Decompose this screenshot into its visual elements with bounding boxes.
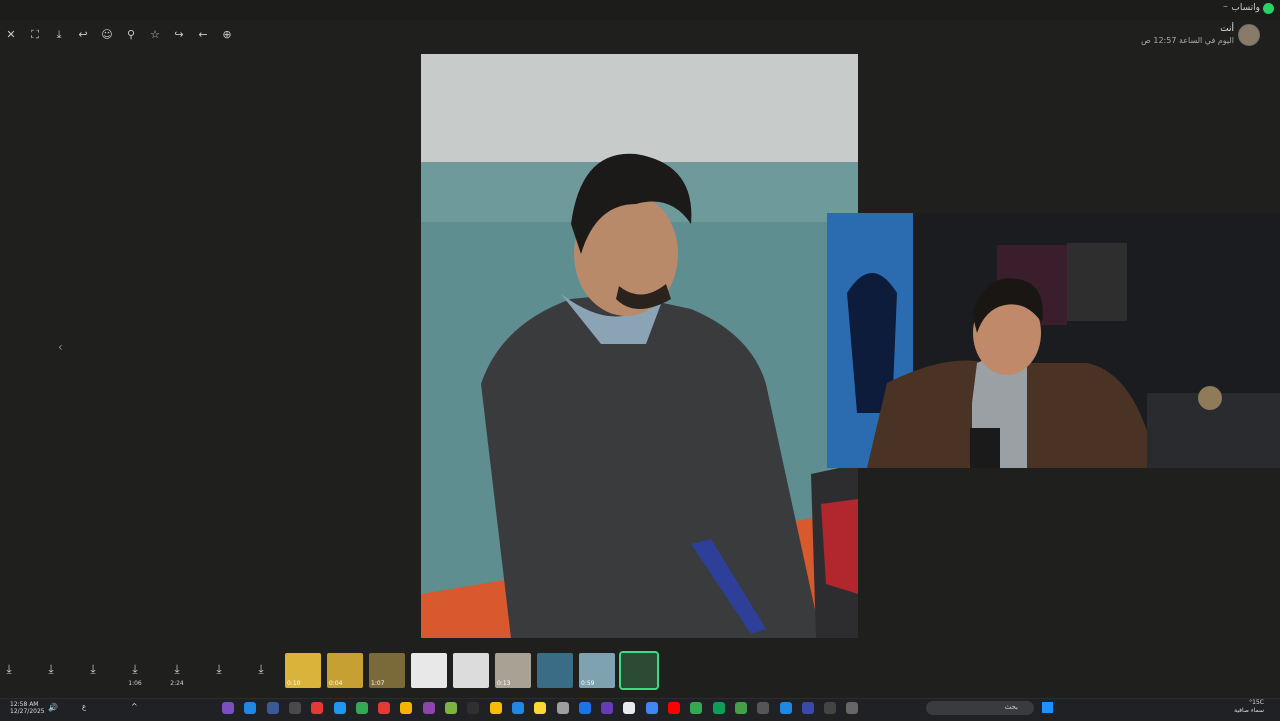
back-icon[interactable]: ← <box>194 28 212 42</box>
media-thumbnail[interactable] <box>411 653 447 688</box>
media-duration: 0:13 <box>497 680 511 687</box>
avatar[interactable] <box>1238 24 1260 46</box>
taskbar-app-icon[interactable] <box>757 702 770 714</box>
taskbar-app-icon[interactable] <box>467 702 480 714</box>
sender-info: أنت اليوم في الساعة 12:57 ص <box>1141 24 1234 45</box>
download-media-button[interactable]: ⤓ <box>0 654 27 688</box>
taskbar-clock[interactable]: 12:58 AM 12/27/2025 <box>10 701 45 715</box>
previous-media-button[interactable]: ‹ <box>58 340 63 354</box>
media-thumbnail[interactable]: 0:04 <box>327 653 363 688</box>
whatsapp-logo-icon <box>1263 3 1274 14</box>
taskbar-app-icon[interactable] <box>690 702 703 714</box>
taskbar-app-icon[interactable] <box>400 702 413 714</box>
media-thumbnail[interactable] <box>619 651 659 690</box>
media-duration: 1:07 <box>371 680 385 687</box>
taskbar-app-icon[interactable] <box>824 702 837 714</box>
reply-icon[interactable]: ↩ <box>74 28 92 42</box>
download-icon: ⤓ <box>174 662 180 676</box>
media-thumbnail[interactable] <box>537 653 573 688</box>
weather-desc: سماء صافية <box>1234 707 1264 714</box>
taskbar-app-icon[interactable] <box>445 702 457 714</box>
webcam-overlay <box>827 213 1280 468</box>
taskbar-app-icon[interactable] <box>645 702 658 714</box>
download-media-button[interactable]: ⤓ <box>75 654 111 688</box>
media-thumbnail[interactable]: 0:59 <box>579 653 615 688</box>
search-placeholder: بحث <box>1004 703 1018 711</box>
taskbar-app-icon[interactable] <box>846 702 859 714</box>
taskbar-search[interactable]: بحث <box>926 701 1034 715</box>
download-icon: ⤓ <box>48 662 54 676</box>
taskbar-app-icon[interactable] <box>244 702 257 714</box>
sent-time: اليوم في الساعة 12:57 ص <box>1141 36 1234 45</box>
emoji-icon[interactable]: ☺ <box>98 28 116 42</box>
clock-date: 12/27/2025 <box>10 708 45 715</box>
taskbar-app-icon[interactable] <box>534 702 547 714</box>
taskbar-app-icon[interactable] <box>623 702 636 714</box>
taskbar-app-icon[interactable] <box>355 702 368 714</box>
taskbar-app-icon[interactable] <box>601 702 614 714</box>
taskbar-app-icon[interactable] <box>288 702 301 714</box>
volume-icon[interactable]: 🔊 <box>48 703 58 712</box>
forward-icon[interactable]: ↪ <box>170 28 188 42</box>
star-icon[interactable]: ☆ <box>146 28 164 42</box>
download-icon: ⤓ <box>132 662 138 676</box>
media-duration: 0:04 <box>329 680 343 687</box>
minimize-button[interactable]: – <box>1223 1 1228 12</box>
media-duration: 0:10 <box>287 680 301 687</box>
media-duration: 1:06 <box>128 680 142 687</box>
download-icon: ⤓ <box>216 662 222 676</box>
taskbar-app-icon[interactable] <box>333 702 346 714</box>
sender-name: أنت <box>1220 24 1234 34</box>
close-icon[interactable]: ✕ <box>2 28 20 42</box>
download-media-button[interactable]: ⤓ 1:06 <box>117 654 153 688</box>
zoom-in-icon[interactable]: ⊕ <box>218 28 236 42</box>
photo-illustration <box>421 54 858 638</box>
download-media-button[interactable]: ⤓ <box>243 654 279 688</box>
taskbar-app-icon[interactable] <box>266 702 279 714</box>
media-thumbnail[interactable]: 0:10 <box>285 653 321 688</box>
fit-screen-icon[interactable]: ⛶ <box>26 28 44 42</box>
media-thumbnail[interactable] <box>453 653 489 688</box>
taskbar-app-icon[interactable] <box>556 702 569 714</box>
media-duration: 0:59 <box>581 680 595 687</box>
taskbar <box>0 698 1280 721</box>
webcam-illustration <box>827 213 1280 468</box>
weather-widget[interactable]: °15C سماء صافية <box>1234 699 1264 715</box>
download-icon: ⤓ <box>258 662 264 676</box>
taskbar-app-icon[interactable] <box>222 702 234 714</box>
download-icon[interactable]: ⤓ <box>50 28 68 42</box>
pin-icon[interactable]: ⚲ <box>122 28 140 42</box>
taskbar-app-icon[interactable] <box>422 702 435 714</box>
media-thumbnail[interactable]: 0:13 <box>495 653 531 688</box>
weather-temp: °15C <box>1249 699 1264 706</box>
main-photo <box>421 54 858 638</box>
app-name: واتساب <box>1231 3 1260 13</box>
download-icon: ⤓ <box>90 662 96 676</box>
download-icon: ⤓ <box>6 662 12 676</box>
taskbar-app-icon[interactable] <box>668 702 680 714</box>
taskbar-app-icon[interactable] <box>734 702 747 714</box>
clock-time: 12:58 AM <box>10 701 39 708</box>
media-thumbnail[interactable]: 1:07 <box>369 653 405 688</box>
taskbar-app-icon[interactable] <box>378 702 391 714</box>
windows-start-icon[interactable] <box>1042 702 1053 713</box>
taskbar-app-icon[interactable] <box>489 702 502 714</box>
title-bar: – واتساب <box>0 0 1280 20</box>
media-duration: 2:24 <box>170 680 184 687</box>
taskbar-app-icon[interactable] <box>712 702 725 714</box>
taskbar-app-icon[interactable] <box>801 702 814 714</box>
taskbar-app-icon[interactable] <box>779 702 792 714</box>
input-language[interactable]: ع <box>82 703 86 711</box>
download-media-button[interactable]: ⤓ <box>33 654 69 688</box>
taskbar-app-icon[interactable] <box>311 702 324 714</box>
taskbar-app-icon[interactable] <box>578 702 591 714</box>
taskbar-app-icon[interactable] <box>511 702 524 714</box>
chevron-up-icon[interactable]: ^ <box>131 702 138 711</box>
download-media-button[interactable]: ⤓ <box>201 654 237 688</box>
download-media-button[interactable]: ⤓ 2:24 <box>159 654 195 688</box>
